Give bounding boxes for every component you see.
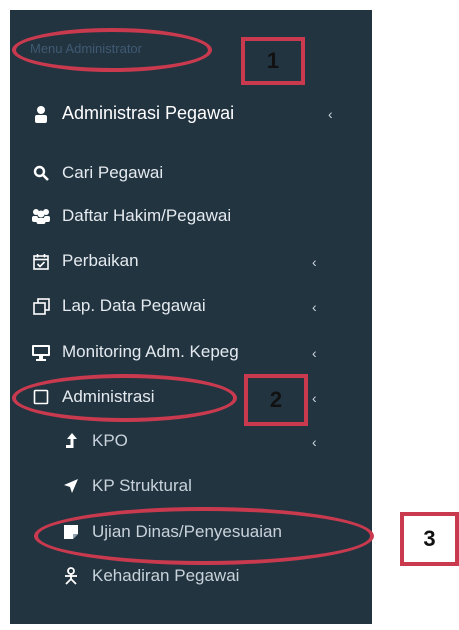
chevron-left-icon[interactable]: ‹ — [312, 299, 317, 315]
sidebar-item-daftar-hakim-pegawai[interactable]: Daftar Hakim/Pegawai — [30, 206, 231, 226]
user-icon — [30, 104, 52, 124]
sidebar-item-label: KP Struktural — [92, 476, 192, 495]
sidebar-item-label: Kehadiran Pegawai — [92, 566, 240, 585]
sidebar-item-ujian-dinas[interactable]: Ujian Dinas/Penyesuaian — [60, 522, 282, 542]
annotation-badge-1: 1 — [241, 37, 305, 85]
monitor-icon — [30, 342, 52, 362]
location-arrow-icon — [60, 476, 82, 496]
search-icon — [30, 163, 52, 183]
sidebar-item-label: KPO — [92, 431, 128, 450]
sticky-note-icon — [60, 522, 82, 542]
chevron-left-icon[interactable]: ‹ — [312, 345, 317, 361]
sidebar-item-label: Administrasi — [62, 387, 155, 406]
sidebar-item-label: Cari Pegawai — [62, 163, 164, 182]
sidebar-item-label: Administrasi Pegawai — [62, 103, 235, 123]
chevron-left-icon[interactable]: ‹ — [328, 106, 333, 122]
sidebar-item-kp-struktural[interactable]: KP Struktural — [60, 476, 192, 496]
calendar-check-icon — [30, 251, 52, 271]
chevron-left-icon[interactable]: ‹ — [312, 254, 317, 270]
sidebar-item-monitoring-adm-kepeg[interactable]: Monitoring Adm. Kepeg — [30, 342, 239, 362]
level-up-icon — [60, 431, 82, 451]
annotation-badge-3: 3 — [400, 512, 459, 566]
users-icon — [30, 206, 52, 226]
menu-header: Menu Administrator — [30, 41, 142, 56]
square-icon — [30, 387, 52, 407]
chevron-left-icon[interactable]: ‹ — [312, 390, 317, 406]
sidebar-item-label: Lap. Data Pegawai — [62, 296, 206, 315]
sidebar-item-label: Perbaikan — [62, 251, 139, 270]
sidebar-item-administrasi-pegawai[interactable]: Administrasi Pegawai — [30, 103, 234, 124]
sidebar-item-perbaikan[interactable]: Perbaikan — [30, 251, 139, 271]
sidebar-item-kpo[interactable]: KPO — [60, 431, 128, 451]
person-icon — [60, 566, 82, 586]
copy-icon — [30, 296, 52, 316]
sidebar-item-label: Daftar Hakim/Pegawai — [62, 206, 232, 225]
sidebar-item-label: Monitoring Adm. Kepeg — [62, 342, 239, 361]
annotation-badge-2: 2 — [244, 374, 308, 426]
chevron-left-icon[interactable]: ‹ — [312, 434, 317, 450]
sidebar-item-lap-data-pegawai[interactable]: Lap. Data Pegawai — [30, 296, 206, 316]
sidebar-item-kehadiran-pegawai[interactable]: Kehadiran Pegawai — [60, 566, 239, 586]
sidebar-item-administrasi[interactable]: Administrasi — [30, 387, 155, 407]
sidebar-item-cari-pegawai[interactable]: Cari Pegawai — [30, 163, 163, 183]
sidebar-item-label: Ujian Dinas/Penyesuaian — [92, 522, 282, 541]
